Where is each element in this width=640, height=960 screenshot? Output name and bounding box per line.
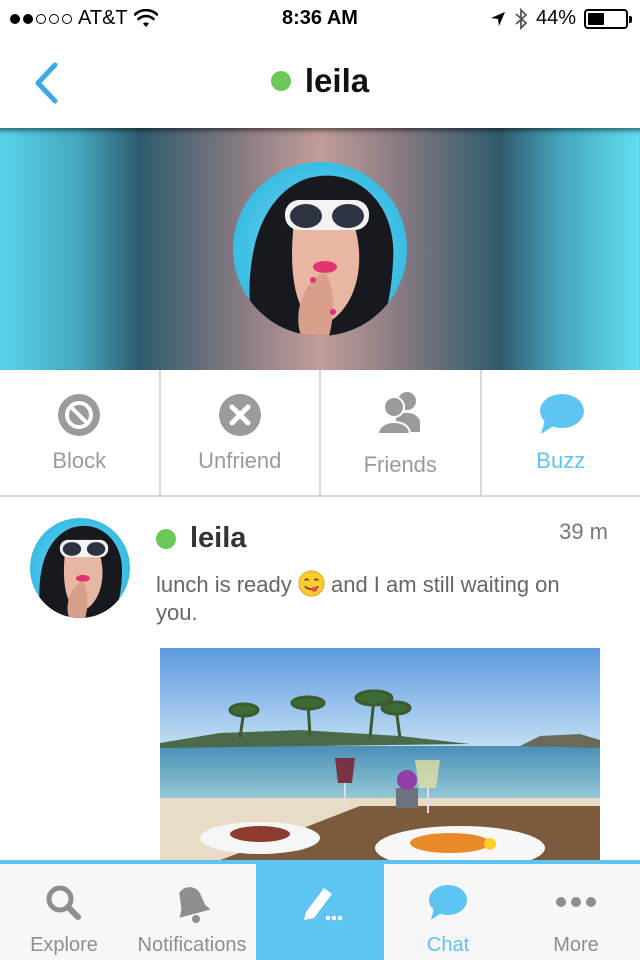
chat-bubble-icon xyxy=(429,885,467,920)
tab-chat[interactable]: Chat xyxy=(384,864,512,960)
page-title-text: leila xyxy=(304,62,370,99)
chat-bubble-icon xyxy=(539,394,584,434)
unfriend-icon xyxy=(218,394,261,436)
battery-icon xyxy=(584,8,632,29)
location-arrow-icon xyxy=(490,11,505,26)
tab-more-label: More xyxy=(553,934,599,956)
buzz-label: Buzz xyxy=(536,448,586,473)
post-author-name[interactable]: leila xyxy=(190,522,246,555)
profile-avatar[interactable] xyxy=(233,162,407,336)
block-label: Block xyxy=(52,448,107,473)
friends-label: Friends xyxy=(363,452,437,477)
post-message-text-start: lunch is ready xyxy=(156,572,298,597)
block-icon xyxy=(58,394,101,436)
profile-actions: Block Unfriend Friends Buzz xyxy=(0,370,640,497)
search-icon xyxy=(46,885,81,920)
online-status-dot xyxy=(270,71,291,91)
page-title: leila xyxy=(0,62,640,100)
tab-more[interactable]: More xyxy=(512,864,640,960)
profile-banner xyxy=(0,128,640,370)
post-photo[interactable] xyxy=(160,648,600,862)
post-card: leila 39 m lunch is ready and I am still… xyxy=(0,497,640,862)
beach-lunch-image xyxy=(160,648,600,862)
compose-icon xyxy=(304,888,342,921)
tab-bar: Explore Notifications Chat More xyxy=(0,860,640,960)
avatar-image xyxy=(30,518,130,618)
bell-icon xyxy=(179,887,211,923)
tab-explore[interactable]: Explore xyxy=(0,864,128,960)
status-bar: AT&T 8:36 AM 44% xyxy=(0,0,640,40)
battery-percent: 44% xyxy=(535,7,576,29)
unfriend-button[interactable]: Unfriend xyxy=(161,370,321,495)
friends-icon xyxy=(377,392,421,435)
tab-chat-label: Chat xyxy=(426,934,470,956)
tab-notifications-label: Notifications xyxy=(137,934,247,956)
avatar-image xyxy=(233,162,407,336)
post-author: leila xyxy=(156,522,246,555)
navigation-bar: leila xyxy=(0,40,640,128)
tab-notifications[interactable]: Notifications xyxy=(128,864,256,960)
buzz-button[interactable]: Buzz xyxy=(482,370,640,495)
tab-compose[interactable] xyxy=(256,864,384,960)
block-button[interactable]: Block xyxy=(0,370,161,495)
online-status-dot xyxy=(156,528,176,549)
post-avatar[interactable] xyxy=(30,518,130,618)
unfriend-label: Unfriend xyxy=(198,448,282,473)
bluetooth-icon xyxy=(515,7,528,30)
friends-button[interactable]: Friends xyxy=(321,370,482,495)
post-message: lunch is ready and I am still waiting on… xyxy=(156,570,606,627)
post-timestamp: 39 m xyxy=(559,519,608,544)
tab-explore-label: Explore xyxy=(30,934,98,956)
yum-face-emoji-icon xyxy=(298,570,325,597)
more-dots-icon xyxy=(556,897,596,907)
device-status: 44% xyxy=(490,7,632,30)
